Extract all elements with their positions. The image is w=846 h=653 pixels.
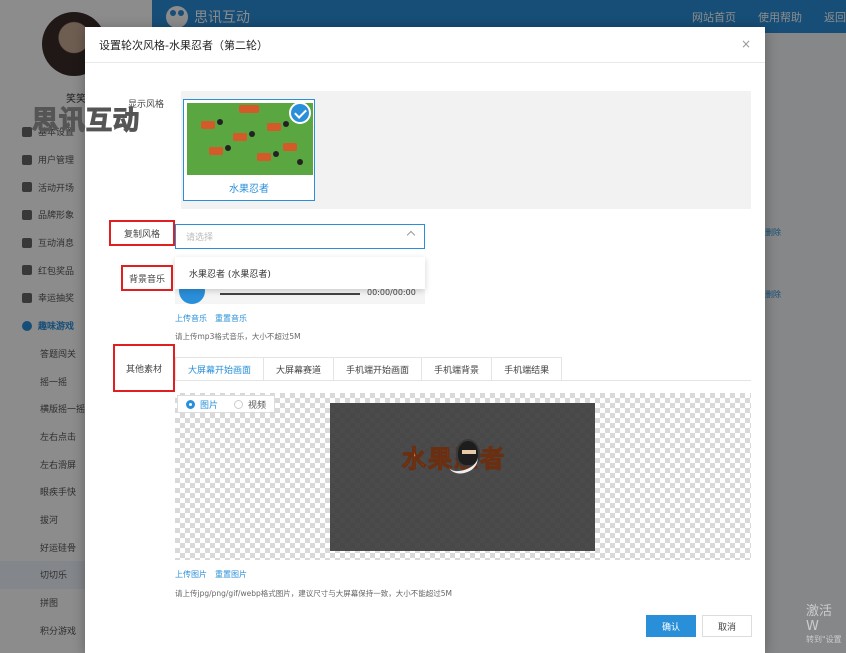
audio-time: 00:00/00:00: [367, 288, 416, 297]
radio-checked-icon: [186, 399, 195, 409]
style-settings-dialog: 设置轮次风格-水果忍者（第二轮） × 显示风格 水果忍者 复制风格 请选择 背景…: [85, 27, 765, 653]
material-tabs: 大屏幕开始画面 大屏幕赛道 手机端开始画面 手机端背景 手机端结果: [175, 357, 563, 381]
selected-check-icon: [289, 102, 311, 124]
image-actions: 上传图片 重置图片: [175, 569, 247, 580]
reset-music-link[interactable]: 重置音乐: [215, 313, 247, 324]
bg-music-label: 背景音乐: [121, 265, 173, 291]
style-option-name: 水果忍者: [229, 184, 269, 195]
chevron-up-icon: [406, 230, 416, 240]
image-preview-area: 图片 视频 水果忍者: [175, 393, 751, 560]
upload-image-link[interactable]: 上传图片: [175, 569, 207, 580]
dialog-title: 设置轮次风格-水果忍者（第二轮）: [99, 38, 268, 52]
reset-image-link[interactable]: 重置图片: [215, 569, 247, 580]
dropdown-option[interactable]: 水果忍者 (水果忍者): [175, 257, 425, 289]
radio-video[interactable]: 视频: [234, 398, 266, 411]
radio-unchecked-icon: [234, 399, 244, 409]
cancel-button[interactable]: 取消: [702, 615, 752, 637]
dialog-header: 设置轮次风格-水果忍者（第二轮）: [85, 27, 765, 63]
upload-music-link[interactable]: 上传音乐: [175, 313, 207, 324]
tab-big-screen-track[interactable]: 大屏幕赛道: [264, 357, 335, 381]
start-screen-image: 水果忍者: [330, 403, 595, 551]
music-hint: 请上传mp3格式音乐，大小不超过5M: [175, 332, 301, 341]
copy-style-select[interactable]: 请选择: [175, 224, 425, 249]
tab-mobile-start[interactable]: 手机端开始画面: [334, 357, 423, 381]
tab-mobile-result[interactable]: 手机端结果: [492, 357, 563, 381]
close-icon[interactable]: ×: [741, 37, 751, 51]
music-actions: 上传音乐 重置音乐: [175, 313, 247, 324]
tabs-divider: [175, 380, 751, 381]
tab-mobile-background[interactable]: 手机端背景: [422, 357, 493, 381]
windows-activation-notice: 激活 W 转到"设置: [806, 604, 842, 644]
style-options-panel: 水果忍者: [181, 91, 751, 209]
confirm-button[interactable]: 确认: [646, 615, 696, 637]
watermark: 思讯互动: [31, 105, 141, 136]
tab-big-screen-start[interactable]: 大屏幕开始画面: [175, 357, 265, 381]
other-material-label: 其他素材: [113, 344, 175, 392]
image-hint: 请上传jpg/png/gif/webp格式图片，建议尺寸与大屏幕保持一致，大小不…: [175, 589, 452, 598]
copy-style-label: 复制风格: [109, 220, 175, 246]
style-option-card[interactable]: 水果忍者: [183, 99, 315, 201]
media-type-radio-group: 图片 视频: [177, 395, 276, 413]
radio-image[interactable]: 图片: [186, 398, 218, 411]
audio-progress-track[interactable]: [220, 293, 360, 295]
